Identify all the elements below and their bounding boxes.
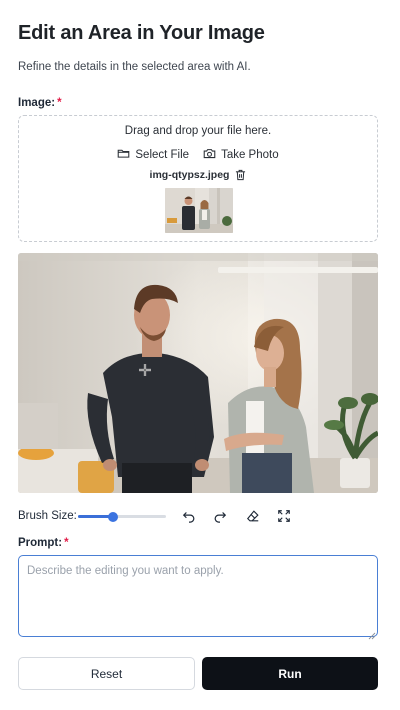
select-file-button[interactable]: Select File [117, 147, 189, 163]
resize-grip-icon[interactable] [368, 627, 376, 640]
prompt-textarea[interactable] [18, 555, 378, 637]
image-dropzone[interactable]: Drag and drop your file here. Select Fil… [18, 115, 378, 242]
brush-size-slider[interactable] [78, 511, 166, 522]
image-label-text: Image: [18, 97, 56, 109]
prompt-label-text: Prompt: [18, 537, 63, 549]
required-mark: * [57, 97, 62, 109]
scene-image [18, 253, 378, 493]
required-mark: * [64, 537, 69, 549]
take-photo-label: Take Photo [221, 149, 279, 161]
editable-image-canvas[interactable] [18, 253, 378, 493]
fullscreen-icon[interactable] [275, 507, 293, 525]
crosshair-move-icon [138, 363, 152, 377]
image-field-label: Image: * [18, 97, 62, 109]
brush-controls: Brush Size: [18, 506, 378, 526]
redo-icon[interactable] [211, 507, 229, 525]
dropzone-actions: Select File Take Photo [19, 147, 377, 163]
camera-icon [203, 147, 216, 163]
prompt-field-label: Prompt: * [18, 537, 69, 549]
eraser-icon[interactable] [244, 507, 262, 525]
take-photo-button[interactable]: Take Photo [203, 147, 279, 163]
select-file-label: Select File [135, 149, 190, 161]
run-button[interactable]: Run [202, 657, 378, 690]
image-thumbnail [165, 188, 233, 233]
folder-icon [117, 147, 130, 163]
page-subtitle: Refine the details in the selected area … [18, 61, 251, 73]
uploaded-file: img-qtypsz.jpeg [19, 169, 377, 181]
reset-button[interactable]: Reset [18, 657, 195, 690]
slider-thumb[interactable] [108, 511, 119, 522]
brush-size-label: Brush Size: [18, 510, 77, 522]
file-name: img-qtypsz.jpeg [149, 169, 230, 181]
trash-icon[interactable] [235, 169, 246, 181]
dropzone-instructions: Drag and drop your file here. [124, 125, 272, 137]
page-title: Edit an Area in Your Image [18, 22, 265, 44]
undo-icon[interactable] [180, 507, 198, 525]
